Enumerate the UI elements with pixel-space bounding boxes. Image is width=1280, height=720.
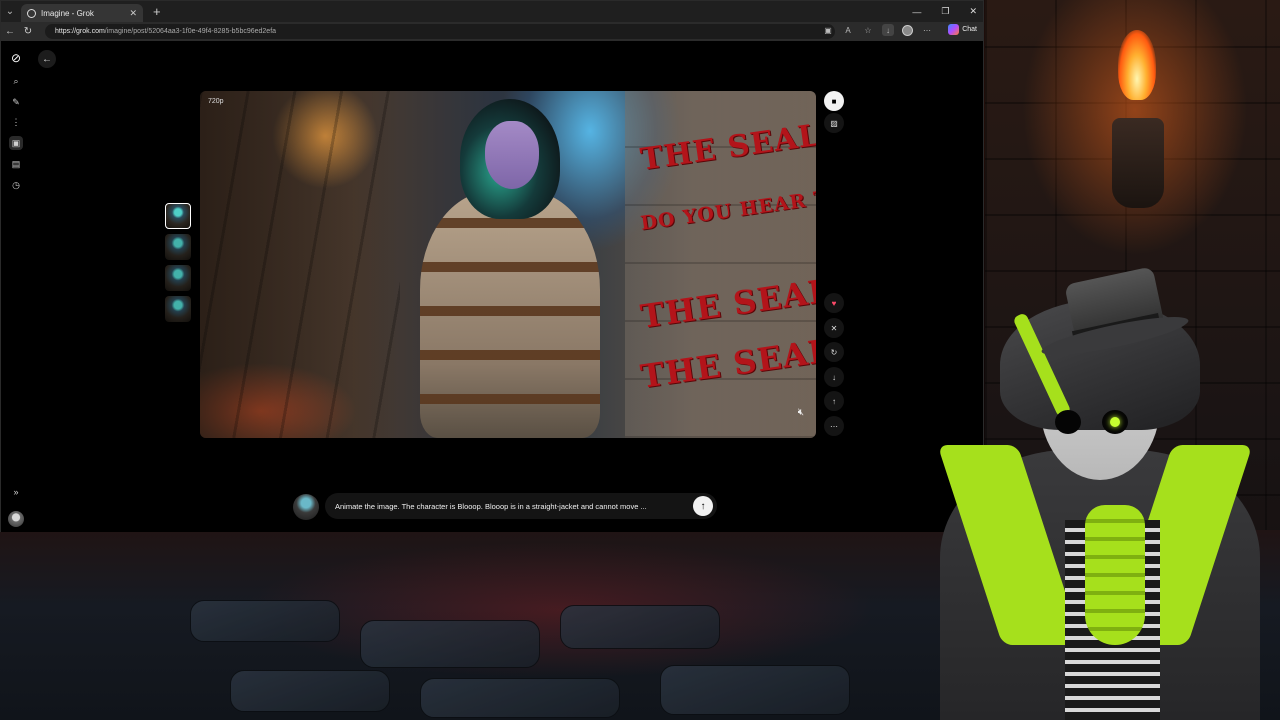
thumbnail[interactable] (165, 265, 191, 291)
url-field[interactable]: https://grok.com/imagine/post/52064aa3-1… (45, 24, 835, 39)
copilot-chat-button[interactable]: Chat (948, 24, 977, 35)
floor-stone (420, 678, 620, 718)
projects-icon[interactable]: ▤ (9, 157, 23, 171)
toolbar-icons: ▣ A ☆ ↓ ⋯ (822, 24, 933, 36)
generated-image-viewer[interactable]: THE SEALS! DO YOU HEAR THE BARKING? THE … (200, 91, 816, 438)
thumbnail[interactable] (165, 234, 191, 260)
vtuber-avatar (930, 266, 1280, 720)
tab-actions-icon[interactable]: ⌄ (1, 1, 19, 22)
browser-tab[interactable]: Imagine - Grok ✕ (21, 4, 143, 22)
address-bar-row: ← ↻ https://grok.com/imagine/post/52064a… (1, 22, 983, 41)
floor-stone (360, 620, 540, 668)
grok-favicon-icon (27, 8, 36, 18)
imagine-icon[interactable]: ▣ (9, 136, 23, 150)
padded-wall (200, 91, 400, 438)
voice-icon[interactable]: ⋮ (9, 115, 23, 129)
reader-mode-icon[interactable]: ▣ (822, 24, 834, 36)
tab-title: Imagine - Grok (41, 8, 94, 18)
profile-icon[interactable] (902, 24, 913, 36)
history-icon[interactable]: ◷ (9, 178, 23, 192)
x-share-icon[interactable]: ✕ (824, 318, 844, 338)
download-icon[interactable]: ↓ (882, 24, 894, 36)
favorite-star-icon[interactable]: ☆ (862, 24, 874, 36)
character-face (485, 121, 539, 189)
prompt-text: Animate the image. The character is Bloo… (335, 501, 647, 511)
floor-stone (660, 665, 850, 715)
url-path: /imagine/post/52064aa3-1f0e-49f4-8285-b5… (104, 28, 277, 35)
browser-window: ⌄ Imagine - Grok ✕ + — ❐ ✕ ← ↻ https://g… (0, 0, 984, 532)
straitjacket (420, 191, 600, 438)
more-menu-icon[interactable]: ⋯ (921, 24, 933, 36)
expand-sidebar-icon[interactable]: » (9, 485, 23, 499)
muted-speaker-icon[interactable]: 🔇︎ (798, 407, 804, 418)
back-arrow-icon[interactable]: ← (38, 50, 56, 68)
copilot-logo-icon (948, 24, 960, 35)
variation-thumbnails (165, 203, 191, 327)
read-aloud-icon[interactable]: A (842, 24, 854, 36)
maximize-button[interactable]: ❐ (941, 6, 949, 17)
floor-stone (560, 605, 720, 649)
grok-imagine-app: ⊘ ⌕ ✎ ⋮ ▣ ▤ ◷ » ← THE SEALS! THE SEALS T… (1, 41, 983, 532)
thumbnail[interactable] (165, 296, 191, 322)
thumbnail[interactable] (165, 203, 191, 229)
image-mode-icon[interactable]: ▨ (824, 113, 844, 133)
torch-holder (1112, 118, 1164, 208)
avatar-eye-left (1055, 410, 1081, 434)
close-tab-icon[interactable]: ✕ (129, 8, 137, 19)
straitjacket-character (400, 91, 610, 438)
close-window-button[interactable]: ✕ (969, 6, 977, 17)
floor-stone (230, 670, 390, 712)
floor-stone (190, 600, 340, 642)
avatar-eye-right (1102, 410, 1128, 434)
torch-flame (1118, 30, 1156, 100)
window-controls: — ❐ ✕ (912, 1, 977, 22)
new-tab-button[interactable]: + (153, 4, 161, 19)
title-bar: ⌄ Imagine - Grok ✕ + — ❐ ✕ (1, 1, 983, 22)
url-host: https://grok.com (55, 28, 105, 35)
search-icon[interactable]: ⌕ (9, 74, 23, 88)
arrow-up-icon[interactable]: ↑ (693, 496, 713, 516)
source-image-avatar (293, 494, 319, 520)
share-icon[interactable]: ↑ (824, 391, 844, 411)
quality-label: 720p (208, 98, 224, 105)
prompt-input[interactable]: Animate the image. The character is Bloo… (325, 493, 717, 519)
grok-logo-icon[interactable]: ⊘ (9, 51, 23, 65)
video-mode-icon[interactable]: ■ (824, 91, 844, 111)
refresh-icon[interactable]: ↻ (19, 26, 37, 37)
minimize-button[interactable]: — (912, 7, 921, 17)
download-icon[interactable]: ↓ (824, 367, 844, 387)
stream-scene: ⌄ Imagine - Grok ✕ + — ❐ ✕ ← ↻ https://g… (0, 0, 1280, 720)
more-options-icon[interactable]: ⋯ (824, 416, 844, 436)
heart-icon[interactable]: ♥ (824, 293, 844, 313)
sidebar: ⊘ ⌕ ✎ ⋮ ▣ ▤ ◷ » (1, 41, 31, 532)
regenerate-icon[interactable]: ↻ (824, 342, 844, 362)
new-chat-icon[interactable]: ✎ (9, 95, 23, 109)
avatar-cravat (1085, 505, 1145, 645)
copilot-label: Chat (962, 26, 977, 33)
user-avatar[interactable] (8, 511, 24, 527)
back-nav-icon[interactable]: ← (1, 26, 19, 37)
